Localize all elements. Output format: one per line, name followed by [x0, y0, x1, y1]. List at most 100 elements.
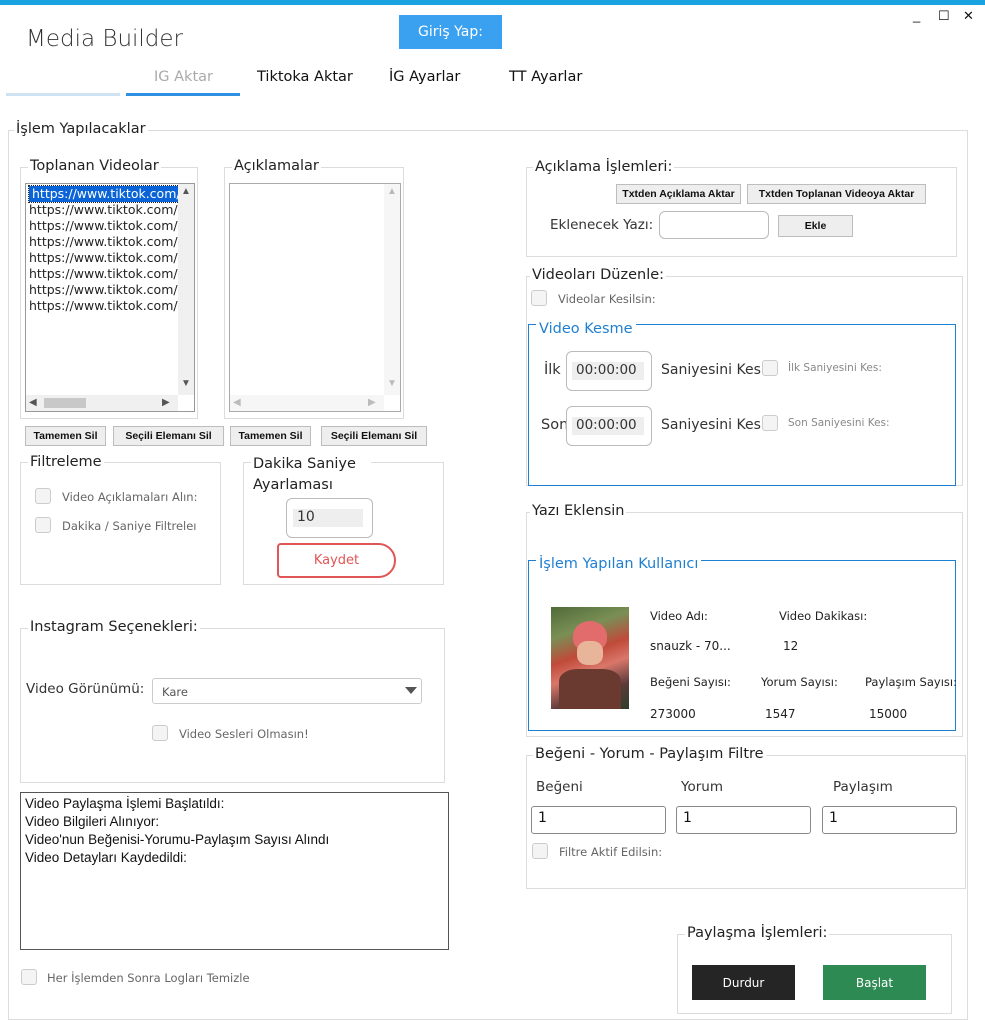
log-textarea[interactable]: Video Paylaşma İşlemi Başlatıldı: Video B…	[20, 792, 449, 950]
cut-last-checkbox[interactable]	[762, 415, 778, 431]
login-button[interactable]: Giriş Yap:	[399, 15, 502, 49]
first-time-box[interactable]: 00:00:00	[566, 351, 652, 391]
tab-tt-ayarlar[interactable]: TT Ayarlar	[509, 69, 582, 85]
cut-first-checkbox[interactable]	[762, 360, 778, 376]
clear-logs-checkbox[interactable]	[21, 969, 37, 985]
descriptions-list[interactable]: ▲ ▼ ◀ ▶	[229, 183, 401, 412]
video-list-item[interactable]: https://www.tiktok.com/@	[26, 185, 194, 203]
video-view-select[interactable]: Kare	[152, 678, 422, 704]
edit-videos-title: Videoları Düzenle:	[530, 267, 667, 283]
minute-value-box[interactable]: 10	[286, 498, 373, 538]
scroll-left-icon[interactable]: ◀	[29, 397, 37, 408]
minute-value[interactable]: 10	[293, 509, 363, 527]
videos-delete-all-button[interactable]: Tamemen Sil	[25, 426, 106, 446]
video-list-item[interactable]: https://www.tiktok.com/@	[26, 234, 190, 250]
vertical-scrollbar[interactable]: ▲ ▼	[178, 184, 194, 395]
shares-value: 15000	[869, 707, 908, 721]
cut-first-label: İlk Saniyesini Kes:	[788, 362, 882, 374]
minute-second-filter-label: Dakika / Saniye Filtreleı	[62, 519, 197, 533]
cut-videos-checkbox[interactable]	[531, 290, 547, 306]
maximize-icon[interactable]: ☐	[938, 8, 950, 24]
video-list-item[interactable]: https://www.tiktok.com/@	[26, 250, 190, 266]
scroll-right-icon[interactable]: ▶	[162, 397, 170, 408]
text-to-add-input[interactable]	[659, 211, 769, 239]
tab-active-underline	[126, 93, 240, 96]
engagement-filter-title: Beğeni - Yorum - Paylaşım Filtre	[533, 746, 766, 762]
descriptions-horizontal-scrollbar[interactable]: ◀ ▶	[230, 395, 384, 411]
text-to-add-label: Eklenecek Yazı:	[550, 217, 654, 233]
horizontal-scrollbar[interactable]: ◀ ▶	[26, 395, 178, 411]
close-icon[interactable]: ✕	[963, 8, 974, 24]
no-sound-label: Video Sesleri Olmasın!	[179, 727, 309, 741]
video-list-item[interactable]: https://www.tiktok.com/@	[26, 298, 190, 314]
chevron-down-icon[interactable]	[405, 687, 417, 694]
log-line: Video Bilgileri Alınıyor:	[25, 814, 160, 829]
no-sound-checkbox[interactable]	[152, 725, 168, 741]
user-thumbnail-image	[551, 607, 629, 709]
video-list-item[interactable]: https://www.tiktok.com/@	[26, 282, 190, 298]
scroll-right-icon[interactable]: ▶	[368, 397, 376, 408]
current-user-title: İşlem Yapılan Kullanıcı	[536, 556, 702, 572]
first-time-value[interactable]: 00:00:00	[572, 362, 644, 380]
comments-label: Yorum Sayısı:	[761, 675, 838, 689]
minimize-icon[interactable]: _	[913, 8, 920, 23]
video-cut-group	[528, 324, 956, 486]
video-minute-label: Video Dakikası:	[779, 609, 868, 623]
instagram-options-title: Instagram Seçenekleri:	[28, 619, 200, 635]
scroll-down-icon[interactable]: ▼	[178, 378, 194, 389]
scroll-up-icon[interactable]: ▲	[178, 186, 194, 197]
video-list-item[interactable]: https://www.tiktok.com/@	[26, 202, 190, 218]
video-list-item[interactable]: https://www.tiktok.com/@	[26, 266, 190, 282]
collected-videos-title: Toplanan Videolar	[28, 158, 161, 174]
video-url: https://www.tiktok.com/@	[29, 298, 191, 313]
first-suffix: Saniyesini Kes	[661, 362, 761, 378]
tab-tiktoka-aktar[interactable]: Tiktoka Aktar	[257, 69, 353, 85]
likes-value: 273000	[650, 707, 696, 721]
minute-setting-title: Dakika Saniye Ayarlaması	[251, 454, 371, 496]
txt-description-import-button[interactable]: Txtden Açıklama Aktar	[616, 184, 741, 204]
video-view-value: Kare	[162, 685, 188, 699]
start-button[interactable]: Başlat	[823, 965, 926, 1000]
scroll-down-icon[interactable]: ▼	[384, 378, 400, 389]
log-line: Video Paylaşma İşlemi Başlatıldı:	[25, 796, 225, 811]
videos-delete-selected-button[interactable]: Seçili Elemanı Sil	[113, 426, 224, 446]
comments-value: 1547	[765, 707, 796, 721]
descriptions-delete-all-button[interactable]: Tamemen Sil	[230, 426, 311, 446]
filter-title: Filtreleme	[28, 454, 104, 470]
minute-second-filter-checkbox[interactable]	[35, 517, 51, 533]
video-name-value: snauzk - 70...	[650, 639, 731, 653]
app-title: Media Builder	[26, 26, 184, 52]
get-descriptions-checkbox[interactable]	[35, 488, 51, 504]
shares-filter-input[interactable]: 1	[822, 806, 957, 834]
collected-videos-list[interactable]: https://www.tiktok.com/@ https://www.tikt…	[25, 183, 195, 412]
last-time-value[interactable]: 00:00:00	[572, 417, 644, 435]
video-list-item[interactable]: https://www.tiktok.com/@	[26, 218, 190, 234]
save-button[interactable]: Kaydet	[277, 543, 396, 578]
likes-label: Beğeni Sayısı:	[650, 675, 731, 689]
shares-filter-label: Paylaşım	[833, 779, 893, 795]
tab-ig-aktar[interactable]: IG Aktar	[154, 69, 213, 85]
add-button[interactable]: Ekle	[778, 215, 853, 237]
likes-filter-input[interactable]: 1	[531, 806, 666, 834]
video-url: https://www.tiktok.com/@	[29, 266, 191, 281]
stop-button[interactable]: Durdur	[692, 965, 795, 1000]
tab-ig-ayarlar[interactable]: İG Ayarlar	[389, 69, 460, 85]
scroll-left-icon[interactable]: ◀	[233, 397, 241, 408]
comments-filter-input[interactable]: 1	[676, 806, 811, 834]
likes-filter-label: Beğeni	[536, 779, 583, 795]
tab-underline-blank	[6, 93, 120, 96]
filter-active-checkbox[interactable]	[532, 843, 548, 859]
face-shape	[577, 641, 603, 665]
log-line: Video'nun Beğenisi-Yorumu-Paylaşım Sayıs…	[25, 832, 330, 847]
descriptions-vertical-scrollbar[interactable]: ▲ ▼	[384, 184, 400, 395]
scroll-thumb[interactable]	[44, 398, 86, 408]
cut-last-label: Son Saniyesini Kes:	[788, 417, 890, 429]
last-time-box[interactable]: 00:00:00	[566, 406, 652, 446]
video-url: https://www.tiktok.com/@	[29, 202, 191, 217]
comments-filter-label: Yorum	[681, 779, 723, 795]
video-url: https://www.tiktok.com/@	[29, 218, 191, 233]
main-group-title: İşlem Yapılacaklar	[14, 121, 148, 137]
scroll-up-icon[interactable]: ▲	[384, 186, 400, 197]
descriptions-delete-selected-button[interactable]: Seçili Elemanı Sil	[321, 426, 427, 446]
txt-to-videos-import-button[interactable]: Txtden Toplanan Videoya Aktar	[747, 184, 926, 204]
